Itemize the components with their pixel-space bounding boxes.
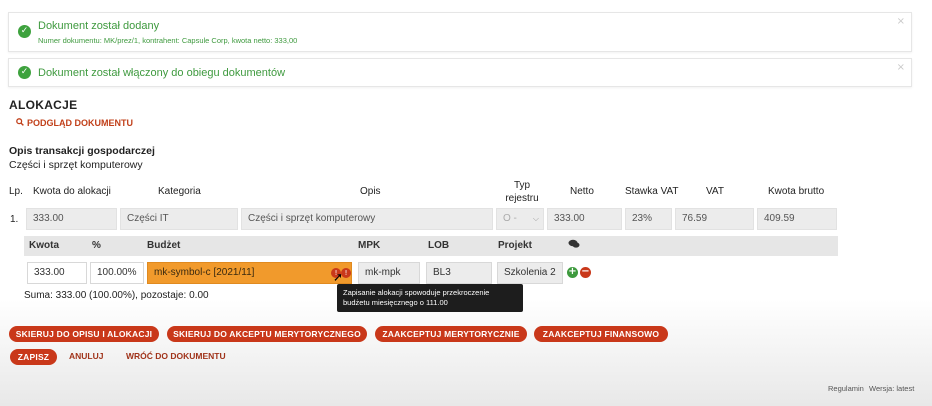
add-allocation-icon[interactable]: + xyxy=(567,267,578,278)
category-field: Części IT xyxy=(120,208,238,230)
project-select[interactable]: Szkolenia 2 xyxy=(497,262,563,284)
description-value: Części i sprzęt komputerowy xyxy=(9,159,143,171)
header-lp: Lp. xyxy=(9,186,23,197)
regulations-link[interactable]: Regulamin xyxy=(828,384,864,393)
description-label: Opis transakcji gospodarczej xyxy=(9,145,155,157)
header-category: Kategoria xyxy=(158,186,201,197)
mpk-select[interactable]: mk-mpk xyxy=(358,262,420,284)
save-button[interactable]: ZAPISZ xyxy=(10,349,57,365)
check-circle-icon: ✓ xyxy=(18,66,31,79)
alloc-header-project: Projekt xyxy=(498,240,532,251)
alert-subtitle: Numer dokumentu: MK/prez/1, kontrahent: … xyxy=(38,36,298,45)
allocation-percent-input[interactable]: 100.00% xyxy=(90,262,144,284)
alloc-header-lob: LOB xyxy=(428,240,450,251)
register-type-value: O - xyxy=(503,213,517,224)
description-field: Części i sprzęt komputerowy xyxy=(241,208,493,230)
header-netto: Netto xyxy=(570,186,594,197)
header-gross: Kwota brutto xyxy=(768,186,825,197)
budget-select[interactable]: mk-symbol-c [2021/11] ! ! xyxy=(147,262,352,284)
alloc-header-percent: % xyxy=(92,240,101,251)
search-icon xyxy=(16,118,24,128)
vat-rate-field: 23% xyxy=(625,208,672,230)
close-icon[interactable]: × xyxy=(897,16,905,27)
alert-title: Dokument został dodany xyxy=(38,20,160,32)
gross-field: 409.59 xyxy=(757,208,837,230)
header-description: Opis xyxy=(360,186,381,197)
approve-merit-button[interactable]: ZAAKCEPTUJ MERYTORYCZNIE xyxy=(375,326,527,342)
success-alert-added: ✓ Dokument został dodany Numer dokumentu… xyxy=(8,12,912,52)
allocation-amount-input[interactable]: 333.00 xyxy=(27,262,87,284)
alert-title: Dokument został włączony do obiegu dokum… xyxy=(38,67,286,79)
header-vat-rate: Stawka VAT xyxy=(625,186,679,197)
vat-field: 76.59 xyxy=(675,208,754,230)
approve-finance-button[interactable]: ZAAKCEPTUJ FINANSOWO xyxy=(534,326,668,342)
header-amount: Kwota do alokacji xyxy=(33,186,111,197)
success-alert-circulation: ✓ Dokument został włączony do obiegu dok… xyxy=(8,58,912,87)
back-to-document-button[interactable]: WRÓĆ DO DOKUMENTU xyxy=(126,351,226,361)
budget-value: mk-symbol-c [2021/11] xyxy=(154,267,255,278)
lob-select[interactable]: BL3 xyxy=(426,262,492,284)
alloc-header-budget: Budżet xyxy=(147,240,181,251)
alloc-header-amount: Kwota xyxy=(29,240,59,251)
document-preview-link[interactable]: PODGLĄD DOKUMENTU xyxy=(16,118,133,128)
mouse-cursor-icon: ➚ xyxy=(333,270,344,284)
cancel-button[interactable]: ANULUJ xyxy=(69,351,103,361)
register-type-select[interactable]: O - ⌵ xyxy=(496,208,544,230)
allocation-header: Kwota % Budżet MPK LOB Projekt xyxy=(24,236,838,256)
version-label: Wersja: latest xyxy=(869,384,915,393)
budget-exceeded-tooltip: Zapisanie alokacji spowoduje przekroczen… xyxy=(337,284,523,312)
remove-allocation-icon[interactable]: − xyxy=(580,267,591,278)
header-register-type: Typ rejestru xyxy=(505,180,539,204)
check-circle-icon: ✓ xyxy=(18,25,31,38)
send-to-allocation-button[interactable]: SKIERUJ DO OPISU I ALOKACJI xyxy=(9,326,159,342)
comments-icon[interactable] xyxy=(568,239,580,252)
row-number: 1. xyxy=(10,214,19,225)
amount-to-allocate-field: 333.00 xyxy=(26,208,117,230)
close-icon[interactable]: × xyxy=(897,62,905,73)
netto-field: 333.00 xyxy=(547,208,622,230)
header-vat: VAT xyxy=(706,186,724,197)
chevron-down-icon: ⌵ xyxy=(532,214,539,223)
alloc-header-mpk: MPK xyxy=(358,240,381,251)
document-preview-label: PODGLĄD DOKUMENTU xyxy=(27,118,133,128)
allocation-summary: Suma: 333.00 (100.00%), pozostaje: 0.00 xyxy=(24,290,209,301)
send-to-approval-button[interactable]: SKIERUJ DO AKCEPTU MERYTORYCZNEGO xyxy=(167,326,367,342)
page-title: ALOKACJE xyxy=(9,98,78,112)
